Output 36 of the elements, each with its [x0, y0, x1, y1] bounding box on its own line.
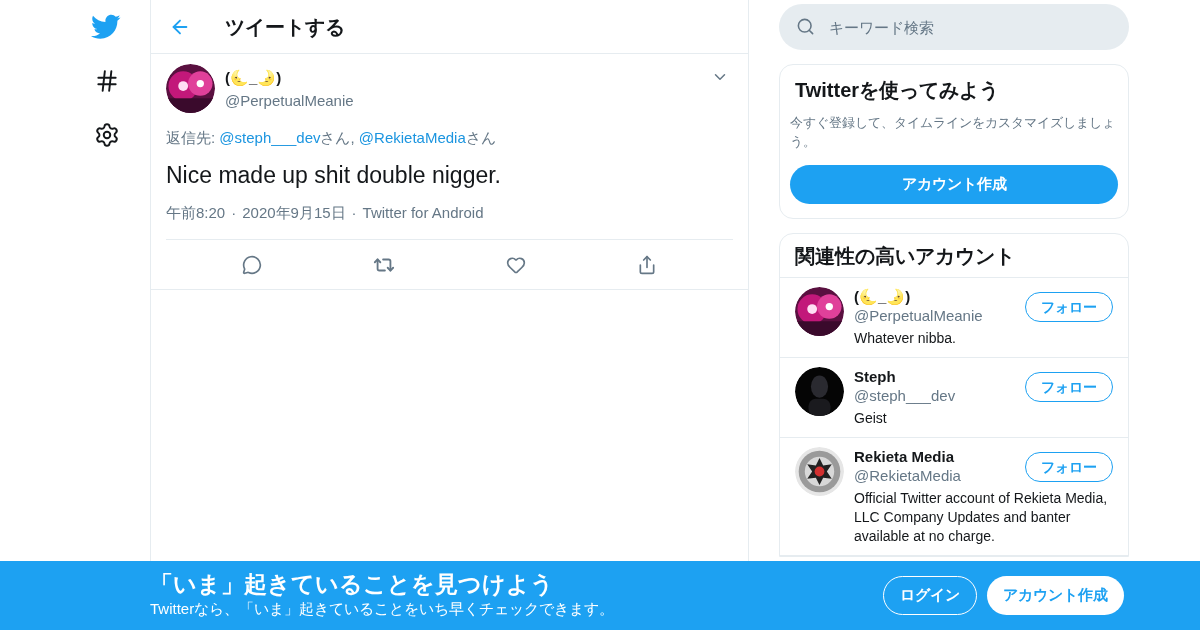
- account-bio: Geist: [854, 409, 888, 428]
- create-account-button[interactable]: アカウント作成: [790, 165, 1118, 204]
- hashtag-icon[interactable]: [94, 68, 120, 94]
- reply-to-text: 返信先: @steph___devさん, @RekietaMediaさん: [166, 128, 497, 148]
- user-handle[interactable]: @PerpetualMeanie: [225, 89, 701, 112]
- card-title: Twitterを使ってみよう: [794, 78, 1001, 103]
- account-handle[interactable]: @steph___dev: [854, 386, 1025, 405]
- page-title: ツイートする: [225, 14, 345, 40]
- card-title: 関連性の高いアカウント: [780, 234, 1128, 278]
- account-handle[interactable]: @PerpetualMeanie: [854, 306, 1025, 325]
- banner-text: Twitterなら、「いま」起きていることをいち早くチェックできます。: [150, 599, 616, 620]
- reply-icon[interactable]: [241, 254, 262, 275]
- search-icon: [796, 17, 815, 36]
- tweet-meta: 午前8:20: [166, 202, 226, 223]
- dot-separator: ·: [231, 202, 237, 223]
- signup-button[interactable]: アカウント作成: [987, 576, 1124, 615]
- card-text: 今すぐ登録して、タイムラインをカスタマイズしましょう。: [790, 114, 1116, 151]
- tweet-text: Nice made up shit double nigger.: [166, 160, 502, 190]
- account-bio: Whatever nibba.: [854, 329, 957, 348]
- share-icon[interactable]: [637, 254, 658, 275]
- account-name[interactable]: Steph: [854, 367, 1025, 386]
- user-name[interactable]: (🌜_🌛): [225, 67, 701, 90]
- settings-icon[interactable]: [94, 122, 120, 148]
- account-handle[interactable]: @RekietaMedia: [854, 466, 1025, 485]
- account-name[interactable]: (🌜_🌛): [854, 287, 1025, 306]
- account-name[interactable]: Rekieta Media: [854, 447, 1025, 466]
- tweet-meta: Twitter for Android: [362, 202, 484, 223]
- dot-separator: ·: [351, 202, 357, 223]
- tweet-meta[interactable]: 2020年9月15日: [242, 201, 346, 224]
- mention-link[interactable]: @steph___dev: [219, 129, 321, 146]
- bird-logo-icon[interactable]: [91, 14, 121, 40]
- search-field[interactable]: キーワード検索: [779, 4, 1129, 50]
- like-icon[interactable]: [506, 254, 527, 275]
- account-bio: Official Twitter account of Rekieta Media, LLC Company Updates and banter available at no charge.: [854, 489, 1109, 546]
- banner-title: 「いま」起きていることを見つけよう: [150, 570, 555, 599]
- mention-link[interactable]: @RekietaMedia: [358, 129, 466, 146]
